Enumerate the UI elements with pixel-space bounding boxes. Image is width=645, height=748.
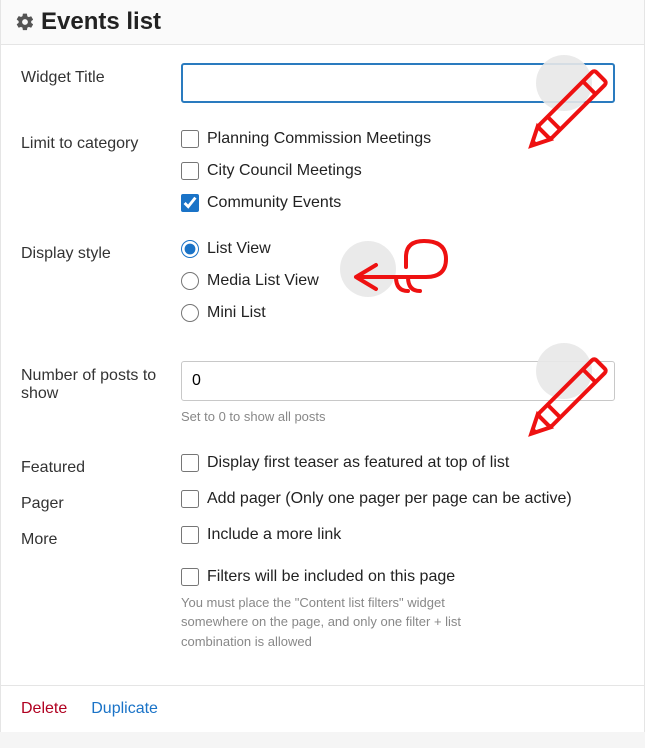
row-more: More Include a more link Filters will be… xyxy=(21,525,624,652)
more-filters-checkbox[interactable] xyxy=(181,568,199,586)
row-display-style: Display style List View Media List View … xyxy=(21,239,624,335)
featured-checkbox[interactable] xyxy=(181,454,199,472)
label-display-style: Display style xyxy=(21,239,181,263)
pager-checkbox[interactable] xyxy=(181,490,199,508)
display-style-label: List View xyxy=(207,239,271,259)
more-include-option[interactable]: Include a more link xyxy=(181,525,624,545)
category-checkbox-community[interactable] xyxy=(181,194,199,212)
category-option-label: Community Events xyxy=(207,193,341,213)
num-posts-help: Set to 0 to show all posts xyxy=(181,407,624,427)
row-widget-title: Widget Title xyxy=(21,63,624,103)
category-checkbox-council[interactable] xyxy=(181,162,199,180)
form-body: Widget Title Limit to category xyxy=(1,45,644,685)
category-option-label: City Council Meetings xyxy=(207,161,362,181)
category-option[interactable]: City Council Meetings xyxy=(181,161,624,181)
more-filters-label: Filters will be included on this page xyxy=(207,567,455,587)
more-filters-option[interactable]: Filters will be included on this page xyxy=(181,567,624,587)
category-option-label: Planning Commission Meetings xyxy=(207,129,431,149)
num-posts-input[interactable] xyxy=(181,361,615,401)
label-widget-title: Widget Title xyxy=(21,63,181,87)
row-num-posts: Number of posts to show Set to 0 to show… xyxy=(21,361,624,427)
label-pager: Pager xyxy=(21,489,181,513)
duplicate-button[interactable]: Duplicate xyxy=(91,700,158,718)
display-style-label: Media List View xyxy=(207,271,319,291)
panel-title: Events list xyxy=(41,8,161,36)
more-include-checkbox[interactable] xyxy=(181,526,199,544)
display-style-radio-mini[interactable] xyxy=(181,304,199,322)
label-num-posts: Number of posts to show xyxy=(21,361,181,403)
category-checkbox-planning[interactable] xyxy=(181,130,199,148)
display-style-option[interactable]: List View xyxy=(181,239,624,259)
row-featured: Featured Display first teaser as feature… xyxy=(21,453,624,477)
display-style-label: Mini List xyxy=(207,303,266,323)
featured-option-label: Display first teaser as featured at top … xyxy=(207,453,509,473)
more-filters-help: You must place the "Content list filters… xyxy=(181,593,501,652)
category-option[interactable]: Planning Commission Meetings xyxy=(181,129,624,149)
panel-header: Events list xyxy=(1,0,644,45)
more-include-label: Include a more link xyxy=(207,525,341,545)
widget-title-input[interactable] xyxy=(181,63,615,103)
featured-option[interactable]: Display first teaser as featured at top … xyxy=(181,453,624,473)
widget-settings-panel: Events list Widget Title xyxy=(0,0,645,732)
display-style-option[interactable]: Media List View xyxy=(181,271,624,291)
label-more: More xyxy=(21,525,181,549)
display-style-radio-media[interactable] xyxy=(181,272,199,290)
display-style-radio-list[interactable] xyxy=(181,240,199,258)
label-limit-category: Limit to category xyxy=(21,129,181,153)
pager-option-label: Add pager (Only one pager per page can b… xyxy=(207,489,572,509)
label-featured: Featured xyxy=(21,453,181,477)
row-limit-category: Limit to category Planning Commission Me… xyxy=(21,129,624,213)
category-option[interactable]: Community Events xyxy=(181,193,624,213)
delete-button[interactable]: Delete xyxy=(21,700,67,718)
panel-footer: Delete Duplicate xyxy=(1,685,644,732)
pager-option[interactable]: Add pager (Only one pager per page can b… xyxy=(181,489,624,509)
display-style-option[interactable]: Mini List xyxy=(181,303,624,323)
gear-icon xyxy=(15,12,35,32)
row-pager: Pager Add pager (Only one pager per page… xyxy=(21,489,624,513)
